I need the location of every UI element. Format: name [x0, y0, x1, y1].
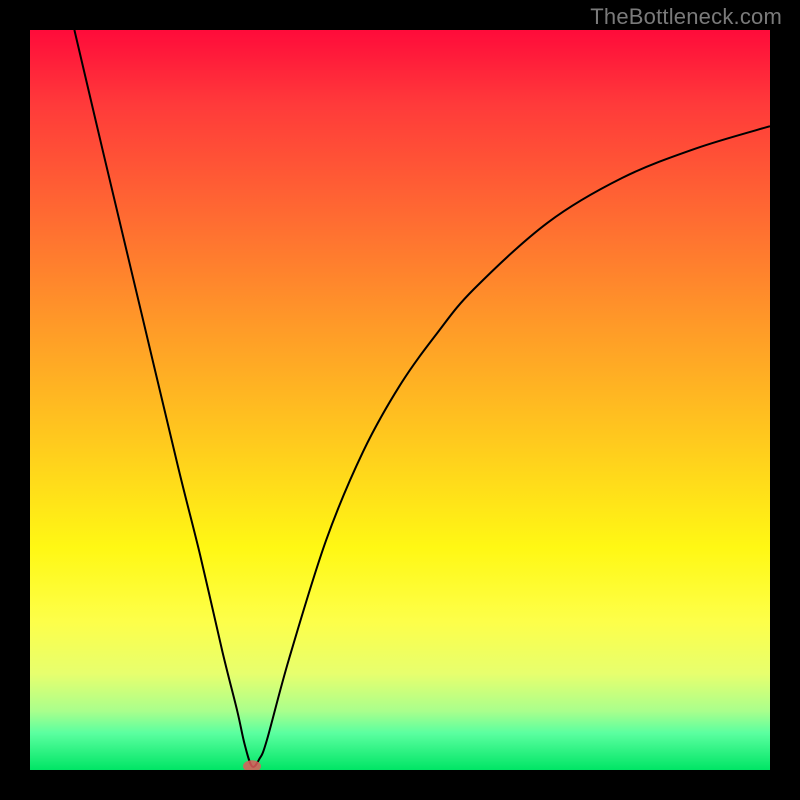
chart-gradient-background: [30, 30, 770, 770]
chart-frame: TheBottleneck.com: [0, 0, 800, 800]
watermark-text: TheBottleneck.com: [590, 4, 782, 30]
